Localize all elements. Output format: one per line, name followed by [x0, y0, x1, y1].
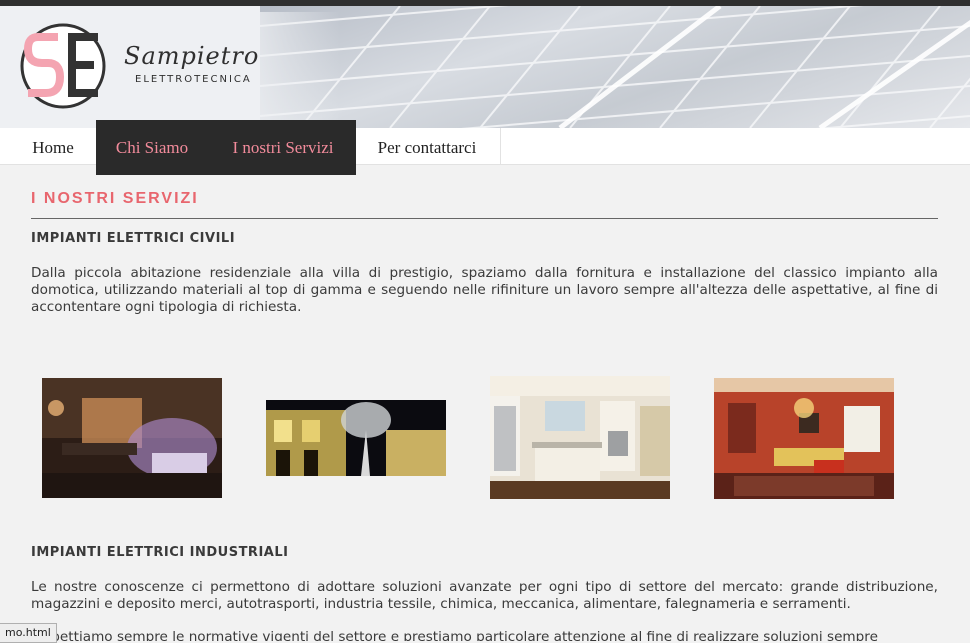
section-heading-civili: IMPIANTI ELETTRICI CIVILI: [31, 231, 236, 246]
brand-subtitle: ELETTROTECNICA: [135, 74, 252, 85]
gallery-photo-lounge[interactable]: [42, 378, 222, 498]
brand-name: Sampietro: [124, 42, 260, 70]
section-text-civili: Dalla piccola abitazione residenziale al…: [31, 265, 938, 315]
title-divider: [31, 218, 938, 219]
gallery-photo-night-building[interactable]: [266, 400, 446, 476]
company-logo[interactable]: [20, 23, 106, 109]
browser-status-url: mo.html: [0, 623, 57, 643]
nav-home[interactable]: Home: [18, 128, 88, 164]
section-text-industriali-cont: Rispettiamo sempre le normative vigenti …: [31, 629, 878, 641]
gallery-photo-kitchen[interactable]: [490, 376, 670, 499]
section-heading-industriali: IMPIANTI ELETTRICI INDUSTRIALI: [31, 545, 289, 560]
section-text-industriali: Le nostre conoscenze ci permettono di ad…: [31, 579, 938, 612]
page-title: I NOSTRI SERVIZI: [31, 190, 199, 207]
nav-chi-siamo[interactable]: Chi Siamo: [104, 128, 200, 164]
gallery-photo-dining-room[interactable]: [714, 378, 894, 499]
site-header: Sampietro ELETTROTECNICA: [0, 6, 970, 128]
solar-panels-banner: [260, 6, 970, 128]
nav-servizi[interactable]: I nostri Servizi: [220, 128, 346, 164]
nav-contatti[interactable]: Per contattarci: [360, 128, 494, 164]
